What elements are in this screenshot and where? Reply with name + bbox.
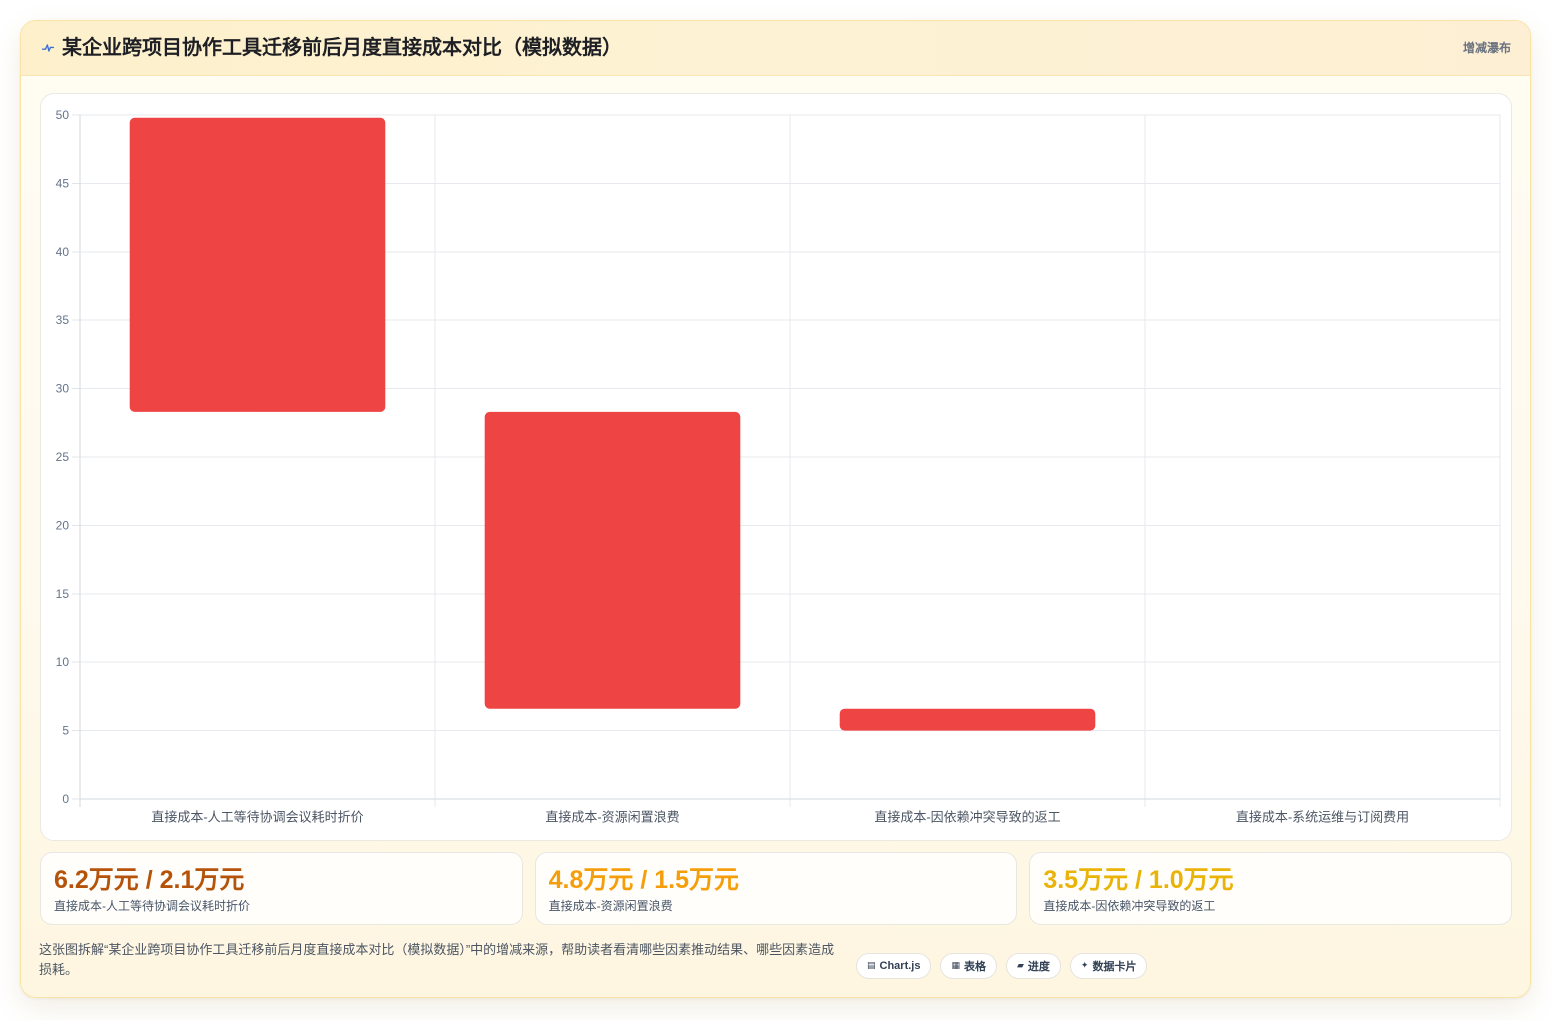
waterfall-bar-3 bbox=[839, 708, 1096, 731]
y-tick-label: 15 bbox=[56, 587, 70, 601]
chart-card: 某企业跨项目协作工具迁移前后月度直接成本对比（模拟数据） 增减瀑布 0 5 10 15… bbox=[20, 20, 1531, 998]
chip-label: 进度 bbox=[1027, 961, 1050, 973]
chip-label: Chart.js bbox=[879, 960, 921, 972]
chart-icon bbox=[867, 962, 876, 971]
stat-label: 直接成本-资源闲置浪费 bbox=[548, 899, 673, 913]
table-icon bbox=[951, 962, 960, 971]
pulse-icon bbox=[42, 44, 54, 52]
waterfall-bar-2 bbox=[484, 411, 741, 709]
chip-label: 表格 bbox=[964, 961, 986, 973]
y-tick-label: 45 bbox=[56, 176, 70, 190]
y-tick-label: 35 bbox=[56, 313, 70, 327]
x-tick-label: 直接成本-资源闲置浪费 bbox=[545, 810, 679, 825]
bars-layer bbox=[129, 117, 1096, 731]
stat-cards: 6.2万元 / 2.1万元 直接成本-人工等待协调会议耗时折价 4.8万元 / … bbox=[40, 852, 1512, 925]
x-tick-label: 直接成本-系统运维与订阅费用 bbox=[1236, 810, 1409, 825]
chart-type-tag: 增减瀑布 bbox=[1462, 41, 1511, 55]
stat-value: 3.5万元 / 1.0万元 bbox=[1043, 866, 1234, 894]
y-tick-label: 0 bbox=[62, 792, 69, 806]
y-tick-label: 30 bbox=[56, 382, 70, 396]
y-tick-label: 20 bbox=[56, 518, 70, 532]
x-tick-label: 直接成本-人工等待协调会议耗时折价 bbox=[151, 810, 363, 825]
stat-card: 3.5万元 / 1.0万元 直接成本-因依赖冲突导致的返工 bbox=[1029, 852, 1512, 925]
chip-data-cards: 数据卡片 bbox=[1069, 953, 1148, 979]
stat-label: 直接成本-人工等待协调会议耗时折价 bbox=[54, 899, 250, 913]
y-tick-label: 10 bbox=[56, 655, 70, 669]
y-tick-label: 40 bbox=[56, 245, 70, 259]
waterfall-bar-1 bbox=[129, 117, 386, 412]
stat-label: 直接成本-因依赖冲突导致的返工 bbox=[1043, 899, 1216, 913]
feature-chips: Chart.js 表格 进度 数据卡片 bbox=[856, 953, 1148, 979]
sparkle-icon bbox=[1081, 962, 1089, 971]
stat-value: 6.2万元 / 2.1万元 bbox=[54, 866, 245, 894]
chip-label: 数据卡片 bbox=[1092, 961, 1137, 973]
y-tick-label: 50 bbox=[56, 108, 70, 122]
chip-table: 表格 bbox=[940, 953, 997, 979]
progress-icon bbox=[1017, 962, 1024, 971]
stat-value: 4.8万元 / 1.5万元 bbox=[548, 866, 740, 894]
chip-progress: 进度 bbox=[1006, 953, 1061, 979]
x-tick-label: 直接成本-因依赖冲突导致的返工 bbox=[874, 810, 1060, 825]
y-tick-label: 25 bbox=[56, 450, 70, 464]
waterfall-chart: 0 5 10 15 20 25 30 35 40 45 50 直接成本-人工等待协调会议耗时折价 直接成… bbox=[56, 108, 1501, 825]
card-footer: 这张图拆解“某企业跨项目协作工具迁移前后月度直接成本对比（模拟数据）”中的增减来… bbox=[39, 940, 1239, 997]
stat-card: 6.2万元 / 2.1万元 直接成本-人工等待协调会议耗时折价 bbox=[40, 852, 523, 925]
stat-card: 4.8万元 / 1.5万元 直接成本-资源闲置浪费 bbox=[534, 852, 1018, 925]
chart-title: 某企业跨项目协作工具迁移前后月度直接成本对比（模拟数据） bbox=[62, 37, 622, 59]
chip-chartjs: Chart.js bbox=[856, 953, 932, 979]
card-header: 某企业跨项目协作工具迁移前后月度直接成本对比（模拟数据） 增减瀑布 bbox=[21, 21, 1530, 76]
y-tick-label: 5 bbox=[62, 724, 69, 738]
chart-description: 这张图拆解“某企业跨项目协作工具迁移前后月度直接成本对比（模拟数据）”中的增减来… bbox=[39, 942, 835, 977]
chart-panel: 0 5 10 15 20 25 30 35 40 45 50 直接成本-人工等待协调会议耗时折价 直接成… bbox=[40, 93, 1512, 841]
